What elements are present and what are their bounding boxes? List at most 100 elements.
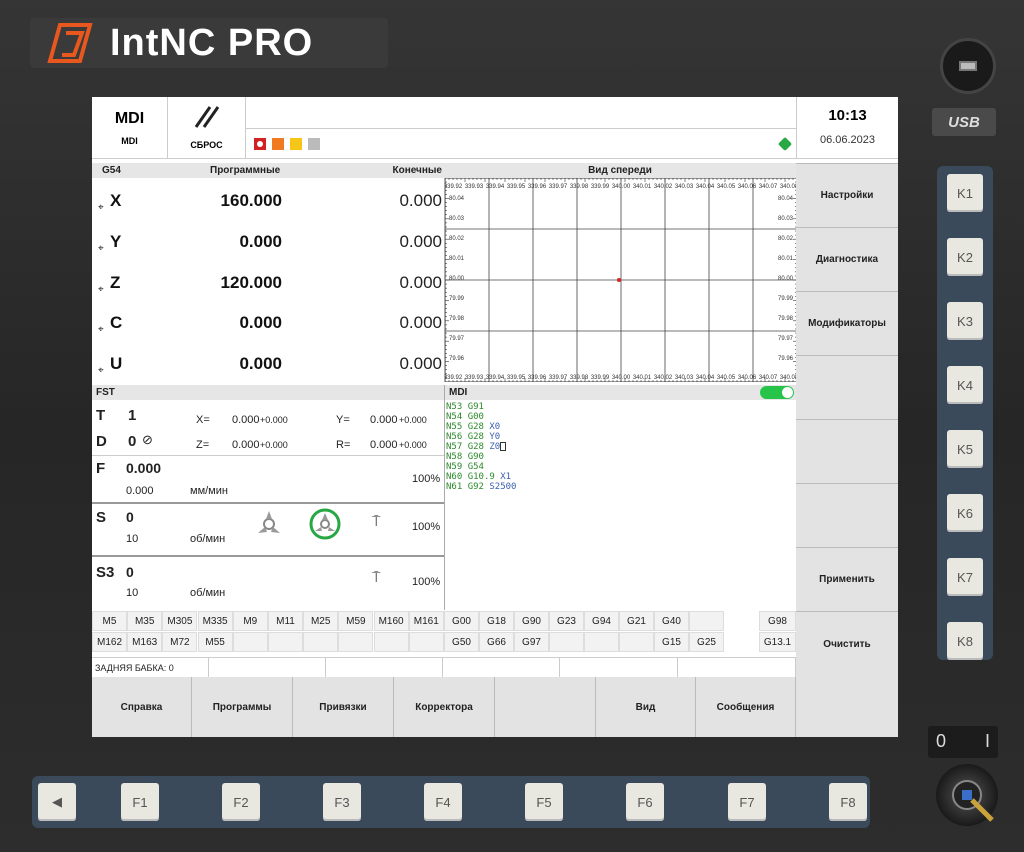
- offset-number[interactable]: 0: [128, 433, 136, 450]
- bottom-button-5[interactable]: [495, 677, 596, 737]
- key-k7[interactable]: K7: [947, 558, 983, 596]
- spindle-active-icon[interactable]: [308, 507, 342, 541]
- g-code-cell[interactable]: G40: [654, 611, 689, 631]
- front-view-canvas[interactable]: 339.92 339.92 339.93 339.93 339.94 339.94 339.…: [444, 177, 799, 383]
- side-button-4[interactable]: [796, 355, 898, 419]
- spindle-actual: 10: [126, 533, 139, 545]
- key-k4[interactable]: K4: [947, 366, 983, 404]
- reset-button[interactable]: СБРОС: [168, 97, 246, 159]
- m-code-cell[interactable]: M59: [338, 611, 374, 631]
- m-code-cell[interactable]: M72: [162, 632, 198, 652]
- left-tick-label: 80.04: [449, 196, 465, 202]
- offset-label: D: [96, 433, 107, 450]
- m-code-cell[interactable]: M305: [162, 611, 198, 631]
- m-code-cell[interactable]: M55: [197, 632, 233, 652]
- modifiers-button[interactable]: Модификаторы: [796, 291, 898, 355]
- diagnostics-button[interactable]: Диагностика: [796, 227, 898, 291]
- view-header: Вид спереди: [444, 163, 796, 178]
- g-code-cell[interactable]: G90: [514, 611, 549, 631]
- apply-button[interactable]: Применить: [796, 547, 898, 611]
- correctors-button[interactable]: Корректора: [394, 677, 495, 737]
- m-code-cell: [303, 632, 339, 652]
- settings-button[interactable]: Настройки: [796, 163, 898, 227]
- m-code-cell[interactable]: M335: [197, 611, 233, 631]
- key-k1[interactable]: K1: [947, 174, 983, 212]
- g-code-cell[interactable]: G25: [689, 632, 724, 652]
- axis-row-x: ⌖ X 160.000 0.000: [92, 181, 444, 221]
- m-code-cell[interactable]: M9: [232, 611, 268, 631]
- top-tick-label: 339.94: [486, 184, 505, 190]
- spindle-chuck-icon[interactable]: [254, 509, 284, 539]
- side-button-6[interactable]: [796, 483, 898, 547]
- key-f2[interactable]: F2: [222, 783, 260, 821]
- m-code-cell[interactable]: M162: [92, 632, 127, 652]
- top-tick-label: 340.01: [633, 184, 652, 190]
- spindle3-override: 100%: [412, 576, 441, 588]
- m-code-cell[interactable]: M35: [127, 611, 163, 631]
- clear-button[interactable]: Очистить: [796, 611, 898, 677]
- view-button[interactable]: Вид: [596, 677, 696, 737]
- g-code-cell[interactable]: G23: [549, 611, 584, 631]
- key-f5[interactable]: F5: [525, 783, 563, 821]
- g-code-cell[interactable]: G00: [444, 611, 479, 631]
- y-offset-value: 0.000: [370, 414, 398, 426]
- key-f1[interactable]: F1: [121, 783, 159, 821]
- usb-port[interactable]: [940, 38, 996, 94]
- g-code-cell[interactable]: G66: [479, 632, 514, 652]
- key-k6[interactable]: K6: [947, 494, 983, 532]
- m-code-cell[interactable]: M160: [373, 611, 409, 631]
- m-code-cell[interactable]: M163: [127, 632, 163, 652]
- bindings-button[interactable]: Привязки: [293, 677, 394, 737]
- right-tick-label: 79.97: [778, 336, 794, 342]
- side-button-5[interactable]: [796, 419, 898, 483]
- key-k8[interactable]: K8: [947, 622, 983, 660]
- g-code-cell[interactable]: G18: [479, 611, 514, 631]
- front-view-grid: 339.92339.92339.93339.93339.94339.94339.…: [444, 177, 799, 383]
- mode-indicator[interactable]: MDI MDI: [92, 97, 168, 159]
- help-button[interactable]: Справка: [92, 677, 192, 737]
- key-k2[interactable]: K2: [947, 238, 983, 276]
- power-switch[interactable]: 0 I: [928, 726, 998, 758]
- r-offset-label: R=: [336, 439, 351, 451]
- m-code-cell[interactable]: M5: [92, 611, 127, 631]
- key-f8[interactable]: F8: [829, 783, 867, 821]
- fst-header: FST: [92, 385, 444, 400]
- key-f7[interactable]: F7: [728, 783, 766, 821]
- spindle3-unit: об/мин: [190, 587, 226, 599]
- tool-number[interactable]: 1: [128, 407, 136, 424]
- g-code-cell[interactable]: G13.1: [759, 632, 796, 652]
- key-f4[interactable]: F4: [424, 783, 462, 821]
- key-f6[interactable]: F6: [626, 783, 664, 821]
- mdi-program[interactable]: N53 G91 N54 G00 N55 G28 X0 N56 G28 Y0 N5…: [446, 402, 516, 492]
- back-key[interactable]: ◀: [38, 783, 76, 821]
- g-code-cell[interactable]: G94: [584, 611, 619, 631]
- programs-button[interactable]: Программы: [192, 677, 293, 737]
- top-tick-label: 339.98: [570, 184, 589, 190]
- g-code-cell[interactable]: G50: [444, 632, 479, 652]
- warning-yellow-icon: [290, 138, 302, 150]
- mdi-toggle[interactable]: [760, 386, 794, 399]
- g-code-cell[interactable]: G97: [514, 632, 549, 652]
- bottom-button-8[interactable]: [796, 677, 898, 737]
- key-switch[interactable]: [936, 764, 998, 826]
- bottom-tick-label: 339.94: [486, 375, 505, 381]
- brand-name: IntNC PRO: [110, 21, 314, 64]
- m-code-cell[interactable]: M25: [303, 611, 339, 631]
- bottom-tick-label: 340.01: [633, 375, 652, 381]
- key-k5[interactable]: K5: [947, 430, 983, 468]
- left-tick-label: 79.97: [449, 336, 465, 342]
- g-code-cell[interactable]: G21: [619, 611, 654, 631]
- key-f3[interactable]: F3: [323, 783, 361, 821]
- left-tick-label: 80.02: [449, 236, 465, 242]
- m-code-cell: [338, 632, 374, 652]
- messages-button[interactable]: Сообщения: [696, 677, 796, 737]
- m-code-cell[interactable]: M11: [268, 611, 303, 631]
- g-code-cell[interactable]: G15: [654, 632, 689, 652]
- top-tick-label: 339.95: [507, 184, 526, 190]
- right-tick-label: 79.96: [778, 356, 794, 362]
- m-code-cell[interactable]: M161: [408, 611, 444, 631]
- tailstock-status: ЗАДНЯЯ БАБКА: 0: [92, 658, 209, 678]
- bottom-tick-label: 340.06: [738, 375, 757, 381]
- g-code-cell[interactable]: G98: [759, 611, 796, 631]
- key-k3[interactable]: K3: [947, 302, 983, 340]
